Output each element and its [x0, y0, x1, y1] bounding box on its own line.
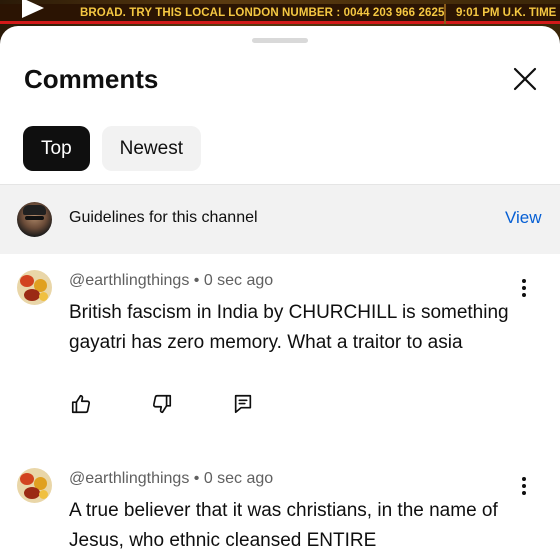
video-graphic-icon	[22, 0, 44, 18]
ticker-text: BROAD. TRY THIS LOCAL LONDON NUMBER : 00…	[80, 7, 445, 19]
dislike-icon	[152, 394, 172, 414]
comment-meta: @earthlingthings • 0 sec ago	[69, 272, 273, 290]
channel-guidelines-bar: Guidelines for this channel View	[0, 184, 560, 254]
comment-text: British fascism in India by CHURCHILL is…	[69, 302, 509, 353]
reply-button[interactable]	[231, 392, 255, 416]
ticker-divider	[444, 4, 446, 24]
meta-separator: •	[193, 470, 204, 487]
sort-chip-top[interactable]: Top	[23, 126, 90, 171]
channel-avatar	[17, 202, 52, 237]
like-icon	[71, 394, 91, 414]
comment-author[interactable]: @earthlingthings	[69, 272, 189, 289]
sort-chip-newest[interactable]: Newest	[101, 126, 201, 171]
comment-time: 0 sec ago	[203, 272, 274, 289]
comment-author[interactable]: @earthlingthings	[69, 470, 189, 487]
like-button[interactable]	[69, 392, 93, 416]
sort-chips: Top Newest	[23, 126, 201, 171]
commenter-avatar[interactable]	[17, 270, 52, 305]
comment-actions	[69, 392, 312, 416]
view-guidelines-link[interactable]: View	[505, 208, 542, 228]
meta-separator: •	[193, 272, 204, 289]
more-options-button[interactable]	[514, 276, 534, 300]
commenter-avatar[interactable]	[17, 468, 52, 503]
reply-icon	[234, 394, 252, 414]
guidelines-text: Guidelines for this channel	[69, 209, 258, 226]
drag-handle[interactable]	[252, 38, 308, 43]
comment-text: A true believer that it was christians, …	[69, 500, 498, 551]
close-button[interactable]	[508, 62, 542, 96]
sheet-title: Comments	[24, 64, 159, 94]
news-ticker: BROAD. TRY THIS LOCAL LONDON NUMBER : 00…	[0, 0, 560, 24]
more-options-button[interactable]	[514, 474, 534, 498]
comment-time: 0 sec ago	[203, 470, 274, 487]
ticker-time: 9:01 PM U.K. TIME	[456, 7, 557, 19]
comments-sheet: Comments Top Newest Guidelines for this …	[0, 26, 560, 560]
close-icon	[513, 67, 537, 91]
dislike-button[interactable]	[150, 392, 174, 416]
comment-meta: @earthlingthings • 0 sec ago	[69, 470, 273, 488]
